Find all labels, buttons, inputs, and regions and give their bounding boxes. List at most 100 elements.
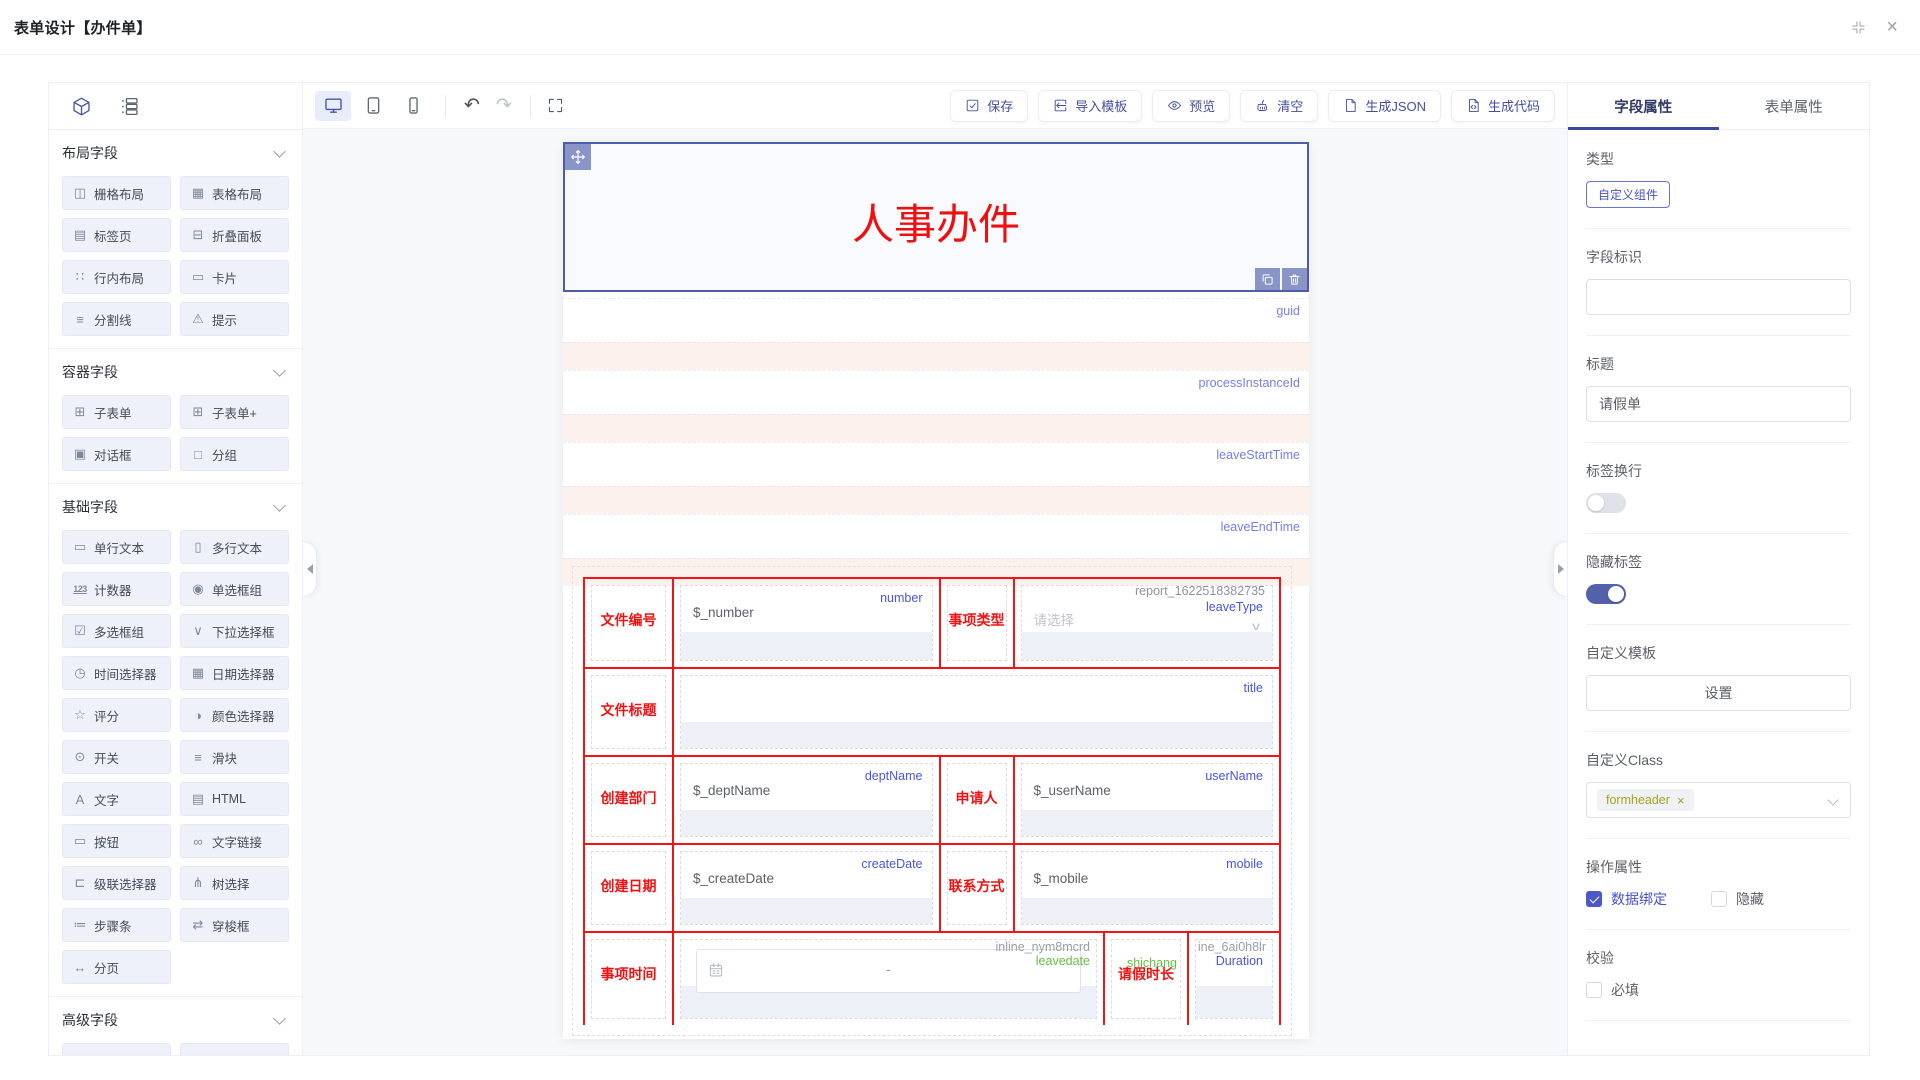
- palette-item-rate[interactable]: ☆评分: [62, 698, 171, 732]
- class-select[interactable]: formheader×: [1586, 782, 1851, 818]
- undo-icon[interactable]: ↶: [456, 96, 488, 115]
- palette-item-custom-area[interactable]: ⌂自定义区域: [62, 1043, 171, 1055]
- palette-section-header[interactable]: 布局字段: [62, 130, 289, 176]
- palette-item-textarea[interactable]: ▯多行文本: [180, 530, 289, 564]
- cell-label-box[interactable]: 请假时长shichang: [1111, 939, 1181, 1019]
- json-button[interactable]: 生成JSON: [1328, 90, 1441, 122]
- save-button[interactable]: 保存: [950, 90, 1028, 122]
- import-button[interactable]: 导入模板: [1038, 90, 1142, 122]
- device-toggle-phone[interactable]: [395, 91, 431, 121]
- palette-item-grid-layout[interactable]: ◫栅格布局: [62, 176, 171, 210]
- checkbox-option[interactable]: 隐藏: [1711, 889, 1764, 909]
- close-icon[interactable]: ×: [1886, 17, 1898, 37]
- palette-item-counter[interactable]: 123计数器: [62, 572, 171, 606]
- collapse-left-panel-handle[interactable]: [303, 541, 317, 597]
- palette-item-subform[interactable]: ⊞子表单: [62, 395, 171, 429]
- cell-label-box[interactable]: 事项类型: [947, 585, 1007, 661]
- property-input[interactable]: [1586, 279, 1851, 315]
- hidden-field-component[interactable]: guid: [563, 298, 1309, 342]
- field-bind-label: guid: [1276, 304, 1300, 318]
- palette-item-tabs[interactable]: ▤标签页: [62, 218, 171, 252]
- palette-item-input[interactable]: ▭单行文本: [62, 530, 171, 564]
- cell-field-box[interactable]: report_1622518382735leaveType请选择∨: [1021, 585, 1274, 661]
- steps-icon: ≔: [72, 917, 88, 933]
- palette-item-steps[interactable]: ≔步骤条: [62, 908, 171, 942]
- palette-item-table-layout[interactable]: ▦表格布局: [180, 176, 289, 210]
- selected-header-component[interactable]: 人事办件: [563, 142, 1309, 292]
- exit-fullscreen-icon[interactable]: [1851, 20, 1866, 35]
- cell-field-box[interactable]: deptName$_deptName: [680, 763, 933, 837]
- palette-item-switch[interactable]: ⊙开关: [62, 740, 171, 774]
- copy-icon[interactable]: [1255, 268, 1280, 290]
- palette-item-tree-select[interactable]: ⋔树选择: [180, 866, 289, 900]
- settings-button[interactable]: 设置: [1586, 675, 1851, 711]
- checkbox-option[interactable]: 必填: [1586, 980, 1639, 1000]
- cell-field-box[interactable]: number$_number: [680, 585, 933, 661]
- device-toggle-tablet[interactable]: [355, 91, 391, 121]
- cell-label-box[interactable]: 文件标题: [591, 675, 666, 749]
- palette-item-time-picker[interactable]: ◷时间选择器: [62, 656, 171, 690]
- palette-item-subform-plus[interactable]: ⊞子表单+: [180, 395, 289, 429]
- palette-section-header[interactable]: 基础字段: [62, 484, 289, 530]
- palette-item-html[interactable]: ▤HTML: [180, 782, 289, 816]
- tab-form-properties[interactable]: 表单属性: [1719, 83, 1870, 129]
- palette-item-color-picker[interactable]: ◑颜色选择器: [180, 698, 289, 732]
- sidebar-tab-outline[interactable]: [119, 96, 140, 117]
- palette-section-header[interactable]: 容器字段: [62, 349, 289, 395]
- palette-item-text[interactable]: A文字: [62, 782, 171, 816]
- palette-item-card[interactable]: ▭卡片: [180, 260, 289, 294]
- palette-item-checkbox-group[interactable]: ☑多选框组: [62, 614, 171, 648]
- palette-item-alert[interactable]: ⚠提示: [180, 302, 289, 336]
- palette-item-radio-group[interactable]: ◉单选框组: [180, 572, 289, 606]
- cell-label-box[interactable]: 事项时间: [591, 939, 666, 1019]
- palette-item-select[interactable]: ∨下拉选择框: [180, 614, 289, 648]
- fullscreen-icon[interactable]: [541, 97, 570, 114]
- tab-field-properties[interactable]: 字段属性: [1568, 83, 1719, 129]
- cell-field-box[interactable]: ine_6ai0h8lrDuration: [1195, 939, 1273, 1019]
- palette-item-inline-layout[interactable]: ∷行内布局: [62, 260, 171, 294]
- palette-section-header[interactable]: 高级字段: [62, 997, 289, 1043]
- palette-item-date-picker[interactable]: ▦日期选择器: [180, 656, 289, 690]
- palette-item-divider[interactable]: ≡分割线: [62, 302, 171, 336]
- palette-item-link[interactable]: ∞文字链接: [180, 824, 289, 858]
- palette-item-cascader[interactable]: ⊏级联选择器: [62, 866, 171, 900]
- cell-label-box[interactable]: 创建日期: [591, 851, 666, 925]
- clear-button[interactable]: 清空: [1240, 90, 1318, 122]
- checkbox-option[interactable]: 数据绑定: [1586, 889, 1667, 909]
- cell-label-box[interactable]: 创建部门: [591, 763, 666, 837]
- hidden-field-component[interactable]: processInstanceId: [563, 370, 1309, 414]
- cell-field-box[interactable]: createDate$_createDate: [680, 851, 933, 925]
- redo-icon[interactable]: ↷: [488, 96, 520, 115]
- palette-item-collapse-panel[interactable]: ⊟折叠面板: [180, 218, 289, 252]
- palette-item-slider[interactable]: ≡滑块: [180, 740, 289, 774]
- cell-label-box[interactable]: 文件编号: [591, 585, 666, 661]
- code-button[interactable]: 生成代码: [1451, 90, 1555, 122]
- palette-item-pagination[interactable]: ↔分页: [62, 950, 171, 984]
- hidden-field-component[interactable]: leaveEndTime: [563, 514, 1309, 558]
- design-canvas[interactable]: 人事办件 guid processInstanceId leaveStartTime…: [303, 129, 1567, 1055]
- remove-tag-icon[interactable]: ×: [1677, 794, 1685, 807]
- property-input[interactable]: [1586, 386, 1851, 422]
- trash-icon[interactable]: [1282, 268, 1307, 290]
- palette-item-button[interactable]: ▭按钮: [62, 824, 171, 858]
- cell-label-box[interactable]: 联系方式: [947, 851, 1007, 925]
- cell-field-box[interactable]: -inline_nym8mcrdleavedate: [680, 939, 1097, 1019]
- palette-item-group[interactable]: □分组: [180, 437, 289, 471]
- palette-item-dialog[interactable]: ▣对话框: [62, 437, 171, 471]
- cell-label-box[interactable]: 申请人: [947, 763, 1007, 837]
- preview-button[interactable]: 预览: [1152, 90, 1230, 122]
- palette-item-transfer[interactable]: ⇄穿梭框: [180, 908, 289, 942]
- toggle-switch[interactable]: [1586, 584, 1626, 604]
- move-icon[interactable]: [565, 144, 591, 170]
- palette-item-label: 子表单+: [212, 403, 257, 422]
- toggle-switch[interactable]: [1586, 493, 1626, 513]
- cell-field-box[interactable]: mobile$_mobile: [1021, 851, 1274, 925]
- palette-item-custom-component[interactable]: ⊕自定义组件: [180, 1043, 289, 1055]
- sidebar-tab-components[interactable]: [71, 96, 92, 117]
- daterange-input[interactable]: -: [696, 949, 1081, 993]
- hidden-field-component[interactable]: leaveStartTime: [563, 442, 1309, 486]
- cell-field-box[interactable]: title: [680, 675, 1273, 749]
- collapse-right-panel-handle[interactable]: [1553, 541, 1567, 597]
- device-toggle-desktop[interactable]: [315, 91, 351, 121]
- cell-field-box[interactable]: userName$_userName: [1021, 763, 1274, 837]
